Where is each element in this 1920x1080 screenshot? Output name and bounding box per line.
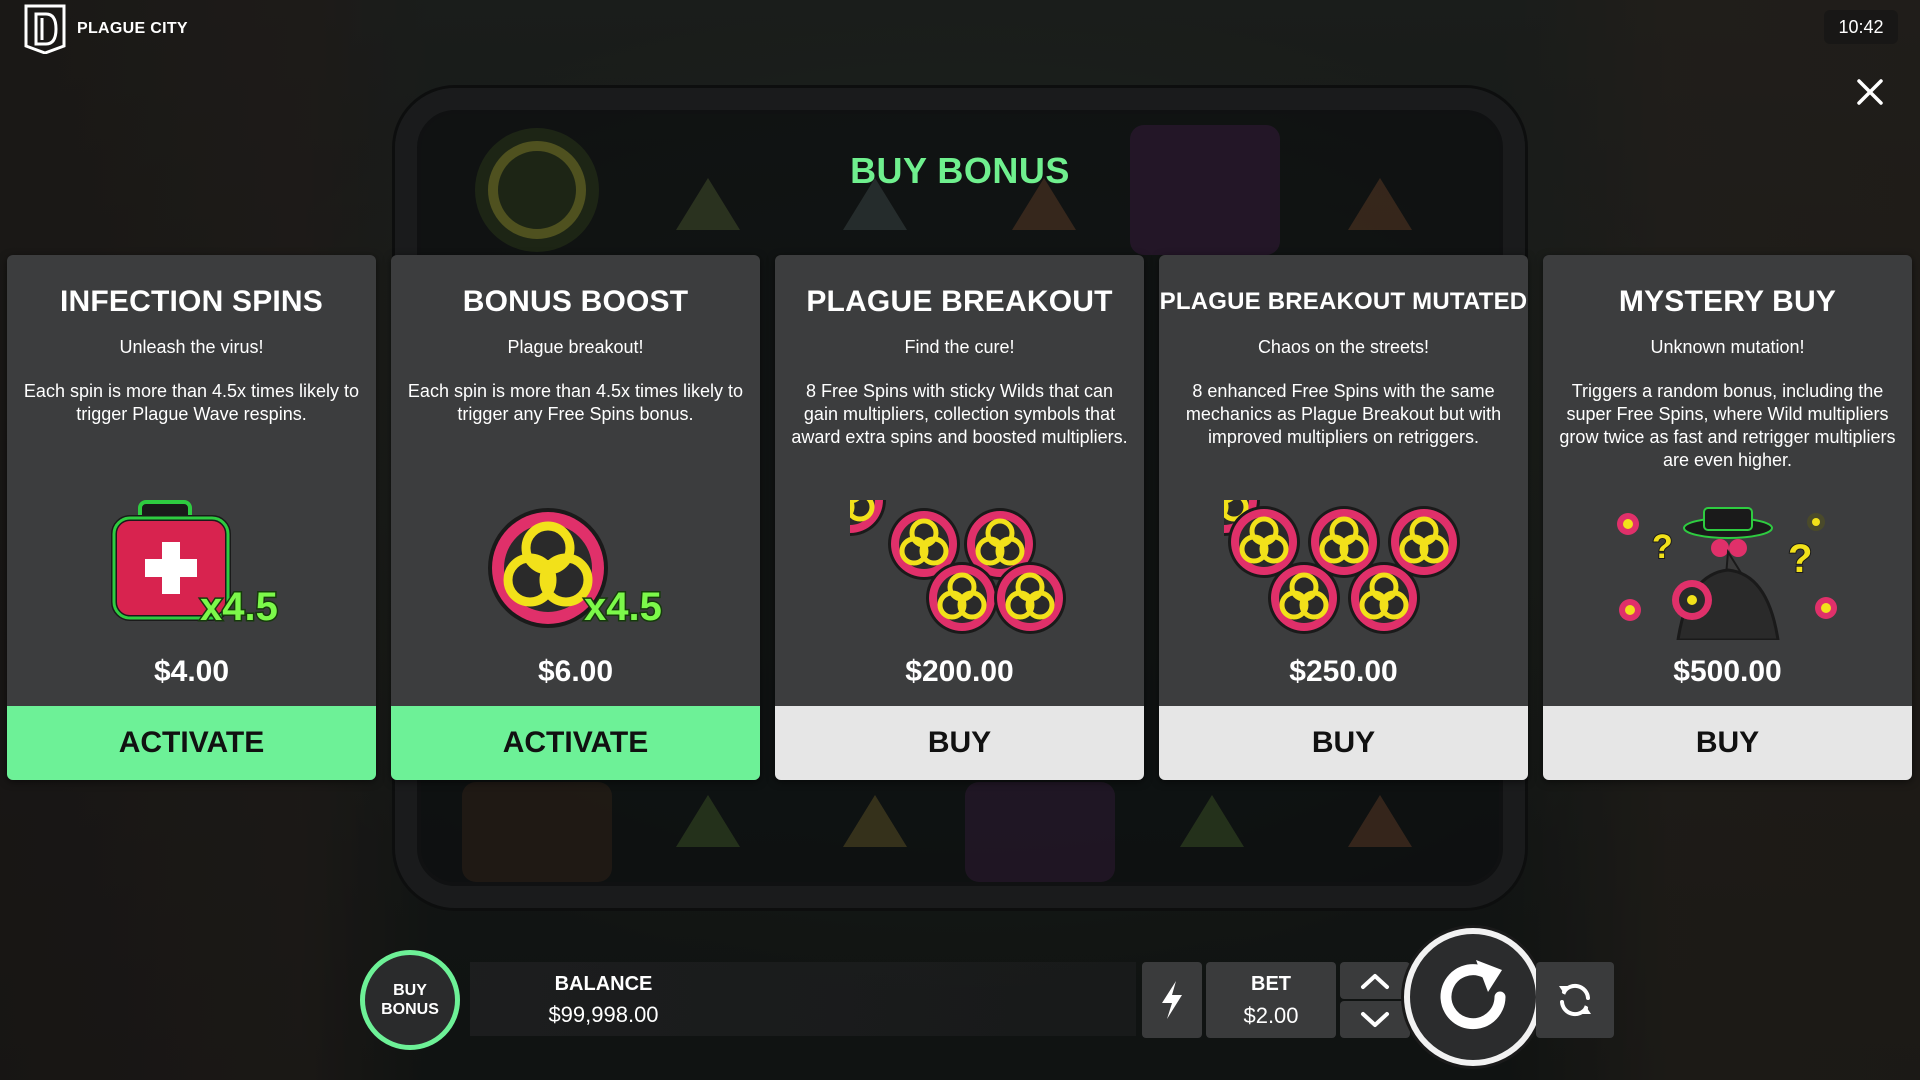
clock: 10:42 bbox=[1824, 10, 1898, 44]
buy-bonus-button[interactable]: BUY BONUS bbox=[360, 950, 460, 1050]
spin-button[interactable] bbox=[1404, 928, 1542, 1066]
bonus-options: INFECTION SPINS Unleash the virus! Each … bbox=[7, 255, 1913, 780]
card-price: $250.00 bbox=[1289, 655, 1398, 688]
card-price: $500.00 bbox=[1673, 655, 1782, 688]
bonus-card-infection-spins: INFECTION SPINS Unleash the virus! Each … bbox=[7, 255, 376, 780]
card-price: $200.00 bbox=[905, 655, 1014, 688]
provider-logo-icon bbox=[24, 4, 66, 54]
svg-text:?: ? bbox=[1788, 537, 1812, 581]
bet-value: $2.00 bbox=[1243, 1003, 1299, 1028]
multiplier-label: x4.5 bbox=[200, 585, 278, 629]
card-title: BONUS BOOST bbox=[462, 285, 689, 318]
card-description: 8 enhanced Free Spins with the same mech… bbox=[1185, 381, 1502, 447]
spin-arrow-icon bbox=[1440, 960, 1506, 1030]
biohazard-cluster-icon bbox=[849, 500, 1070, 640]
autoplay-icon bbox=[1559, 983, 1591, 1017]
close-button[interactable] bbox=[1848, 70, 1892, 114]
card-title: MYSTERY BUY bbox=[1618, 285, 1837, 318]
buy-button[interactable]: BUY bbox=[1543, 706, 1912, 780]
card-subtitle: Chaos on the streets! bbox=[1257, 337, 1430, 357]
lightning-icon bbox=[1162, 981, 1182, 1019]
game-title: PLAGUE CITY bbox=[77, 20, 188, 37]
chevron-up-icon bbox=[1361, 973, 1389, 989]
activate-button[interactable]: ACTIVATE bbox=[7, 706, 376, 780]
card-price: $4.00 bbox=[153, 655, 230, 688]
biohazard-icon: x4.5 bbox=[487, 508, 663, 631]
bonus-card-bonus-boost: BONUS BOOST Plague breakout! Each spin i… bbox=[391, 255, 760, 780]
card-subtitle: Find the cure! bbox=[904, 337, 1015, 357]
card-description: Triggers a random bonus, including the s… bbox=[1559, 381, 1896, 470]
card-title: PLAGUE BREAKOUT MUTATED bbox=[1159, 288, 1528, 315]
buy-button[interactable]: BUY bbox=[775, 706, 1144, 780]
card-subtitle: Unleash the virus! bbox=[119, 337, 264, 357]
bonus-card-plague-breakout-mutated: PLAGUE BREAKOUT MUTATED Chaos on the str… bbox=[1159, 255, 1528, 780]
buy-button[interactable]: BUY bbox=[1159, 706, 1528, 780]
card-subtitle: Unknown mutation! bbox=[1650, 337, 1805, 357]
balance-label: BALANCE bbox=[554, 973, 653, 995]
svg-text:?: ? bbox=[1652, 528, 1673, 566]
multiplier-label: x4.5 bbox=[584, 585, 662, 629]
card-price: $6.00 bbox=[537, 655, 614, 688]
bet-label: BET bbox=[1251, 973, 1291, 995]
card-title: PLAGUE BREAKOUT bbox=[806, 285, 1113, 318]
bet-increase-button[interactable] bbox=[1340, 962, 1410, 999]
bonus-card-mystery-buy: MYSTERY BUY Unknown mutation! Triggers a… bbox=[1543, 255, 1912, 780]
bet-decrease-button[interactable] bbox=[1340, 1001, 1410, 1038]
chevron-down-icon bbox=[1361, 1011, 1389, 1027]
close-icon bbox=[1857, 79, 1883, 105]
plague-doctor-icon: ? ? bbox=[1616, 507, 1837, 640]
biohazard-cluster-large-icon bbox=[1223, 500, 1464, 640]
card-description: Each spin is more than 4.5x times likely… bbox=[23, 381, 360, 424]
activate-button[interactable]: ACTIVATE bbox=[391, 706, 760, 780]
balance-value: $99,998.00 bbox=[548, 1002, 659, 1027]
card-subtitle: Plague breakout! bbox=[507, 337, 644, 357]
medkit-icon: x4.5 bbox=[110, 500, 279, 631]
buy-bonus-label-line2: BONUS bbox=[381, 1001, 439, 1018]
autoplay-button[interactable] bbox=[1536, 962, 1614, 1038]
card-title: INFECTION SPINS bbox=[59, 285, 324, 318]
card-description: 8 Free Spins with sticky Wilds that can … bbox=[791, 381, 1128, 447]
card-description: Each spin is more than 4.5x times likely… bbox=[407, 381, 744, 424]
turbo-button[interactable] bbox=[1142, 962, 1202, 1038]
modal-heading: BUY BONUS bbox=[850, 150, 1070, 191]
bonus-card-plague-breakout: PLAGUE BREAKOUT Find the cure! 8 Free Sp… bbox=[775, 255, 1144, 780]
buy-bonus-label-line1: BUY bbox=[393, 982, 427, 999]
